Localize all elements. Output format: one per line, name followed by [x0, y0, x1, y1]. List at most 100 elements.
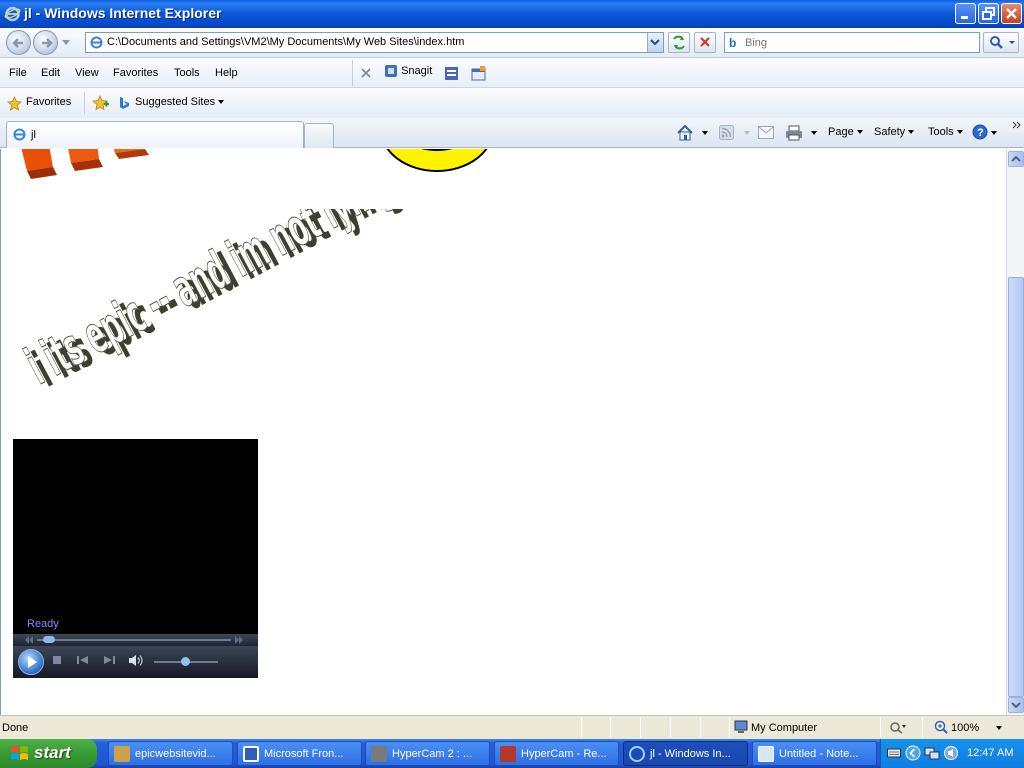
ie-logo-icon [4, 6, 21, 22]
taskbar-item-frontpage[interactable]: Microsoft Fron... [237, 741, 362, 766]
orange-3d-wordart [21, 149, 149, 179]
zoom-dropdown-icon[interactable] [996, 726, 1002, 730]
page-icon [13, 128, 26, 141]
network-icon[interactable] [924, 745, 940, 761]
compatibility-view-button[interactable] [668, 32, 690, 53]
home-icon[interactable] [676, 124, 694, 141]
seek-track[interactable] [37, 639, 231, 641]
menu-edit[interactable]: Edit [41, 67, 60, 79]
security-zone[interactable]: My Computer [751, 722, 817, 734]
search-input[interactable] [743, 34, 973, 51]
favorites-button[interactable]: Favorites [26, 96, 71, 108]
taskbar-item-label: Microsoft Fron... [264, 748, 344, 760]
help-icon[interactable]: ? [972, 124, 988, 140]
video-area[interactable] [13, 439, 258, 634]
player-controls [13, 646, 258, 678]
snagit-editor-icon[interactable] [471, 66, 487, 81]
chevron-down-icon [956, 130, 963, 135]
snagit-icon [385, 65, 397, 77]
close-toolbar-icon[interactable] [361, 68, 371, 78]
taskbar-item-label: HyperCam 2 : ... [392, 748, 473, 760]
frontpage-icon [243, 746, 259, 762]
taskbar-item-hypercam-recording[interactable]: HyperCam - Re... [494, 741, 619, 766]
help-dropdown-icon[interactable] [991, 131, 997, 135]
menu-bar: File Edit View Favorites Tools Help Snag… [0, 58, 1024, 88]
menu-tools[interactable]: Tools [174, 67, 200, 79]
volume-slider-handle[interactable] [181, 657, 190, 666]
mail-icon[interactable] [758, 126, 774, 139]
new-tab-button[interactable] [304, 123, 334, 148]
previous-icon[interactable] [77, 655, 89, 665]
back-button[interactable] [6, 30, 31, 55]
volume-tray-icon[interactable] [943, 745, 959, 761]
seek-handle[interactable] [43, 636, 55, 643]
scroll-up-button[interactable] [1008, 151, 1024, 167]
search-box[interactable]: b [724, 32, 980, 53]
search-icon [990, 36, 1015, 49]
status-separator [729, 718, 730, 737]
keyboard-icon[interactable] [887, 747, 901, 759]
menu-help[interactable]: Help [215, 67, 238, 79]
print-icon[interactable] [785, 125, 803, 141]
menu-favorites[interactable]: Favorites [113, 67, 158, 79]
taskbar-item-epicwebsite[interactable]: epicwebsitevid... [108, 741, 233, 766]
snagit-capture-icon[interactable] [444, 66, 459, 81]
bing-sites-icon [120, 97, 129, 109]
tab-current[interactable]: jl [6, 121, 304, 148]
forward-button[interactable] [33, 30, 58, 55]
address-dropdown-button[interactable] [647, 33, 663, 52]
scroll-thumb[interactable] [1008, 277, 1024, 697]
add-to-favorites-icon[interactable] [92, 95, 109, 111]
hypercam-icon [500, 746, 516, 762]
zoom-level[interactable]: 100% [951, 722, 979, 734]
epic-wordart-banner: i its epic -- and im not lying i its epi… [16, 209, 409, 399]
minimize-button[interactable] [955, 3, 976, 24]
menu-file[interactable]: File [9, 67, 27, 79]
taskbar-item-internet-explorer[interactable]: jl - Windows In... [623, 741, 748, 766]
favorites-separator [84, 92, 85, 114]
clock[interactable]: 12:47 AM [967, 747, 1013, 759]
chevron-right-double-icon[interactable] [1012, 121, 1022, 129]
print-dropdown-icon[interactable] [811, 131, 817, 135]
ie-icon [629, 746, 645, 762]
forward-arrow-icon [42, 38, 53, 48]
chevron-down-icon [650, 39, 660, 46]
play-button[interactable] [18, 649, 44, 675]
menu-view[interactable]: View [75, 67, 99, 79]
tools-menu-button[interactable]: Tools [928, 126, 963, 138]
taskbar-item-label: HyperCam - Re... [521, 748, 607, 760]
scroll-down-button[interactable] [1008, 697, 1024, 713]
recent-pages-dropdown-icon[interactable] [62, 40, 70, 46]
volume-icon[interactable] [128, 654, 144, 667]
home-dropdown-icon[interactable] [702, 131, 708, 135]
restore-button[interactable] [978, 3, 999, 24]
feeds-dropdown-icon[interactable] [744, 131, 750, 135]
media-player[interactable]: Ready [13, 439, 258, 678]
protected-mode-icon[interactable] [889, 721, 907, 734]
suggested-sites-button[interactable]: Suggested Sites [135, 96, 225, 108]
menu-separator [352, 60, 353, 86]
next-icon[interactable] [103, 655, 115, 665]
taskbar-item-notepad[interactable]: Untitled - Note... [752, 741, 877, 766]
fast-forward-icon[interactable] [235, 636, 244, 644]
address-url[interactable]: C:\Documents and Settings\VM2\My Documen… [107, 36, 464, 48]
feeds-icon[interactable] [719, 125, 734, 140]
stop-button[interactable] [694, 32, 716, 53]
vertical-scrollbar[interactable] [1006, 149, 1024, 715]
status-separator [610, 718, 611, 737]
snagit-button[interactable]: Snagit [384, 64, 432, 78]
start-button[interactable]: start [0, 739, 97, 768]
page-menu-button[interactable]: Page [828, 126, 863, 138]
close-window-button[interactable] [1001, 3, 1022, 24]
address-bar[interactable]: C:\Documents and Settings\VM2\My Documen… [85, 32, 664, 53]
taskbar-item-hypercam2[interactable]: HyperCam 2 : ... [365, 741, 490, 766]
seek-bar[interactable] [13, 634, 258, 646]
search-button[interactable] [983, 32, 1019, 53]
page-icon [90, 36, 103, 49]
stop-icon[interactable] [52, 655, 62, 665]
rewind-icon[interactable] [25, 636, 34, 644]
zoom-icon [934, 720, 948, 734]
safety-menu-button[interactable]: Safety [874, 126, 915, 138]
tray-collapse-icon[interactable] [905, 745, 921, 761]
bing-icon: b [729, 36, 737, 50]
